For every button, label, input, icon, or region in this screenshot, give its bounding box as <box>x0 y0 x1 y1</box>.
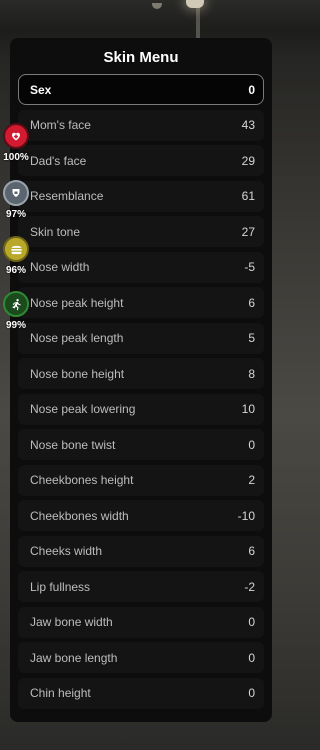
menu-item-value: -10 <box>237 508 255 523</box>
armor-value: 97% <box>5 209 26 220</box>
menu-item-label: Cheeks width <box>30 544 103 558</box>
menu-item-lip-fullness[interactable]: Lip fullness -2 <box>18 571 264 602</box>
menu-item-label: Nose bone twist <box>30 437 116 452</box>
heart-icon <box>3 123 29 149</box>
skin-menu-panel: Skin Menu Sex 0 Mom's face 43 Dad's face… <box>10 38 272 722</box>
menu-item-value: 27 <box>241 224 255 239</box>
menu-item-moms-face[interactable]: Mom's face 43 <box>18 109 264 141</box>
menu-item-resemblance[interactable]: Resemblance 61 <box>18 180 264 212</box>
menu-item-jaw-bone-length[interactable]: Jaw bone length 0 <box>18 642 264 673</box>
menu-item-value: 0 <box>248 615 255 629</box>
menu-item-value: 5 <box>248 331 255 345</box>
menu-item-label: Jaw bone width <box>30 615 113 629</box>
menu-item-value: 0 <box>248 437 255 452</box>
menu-item-label: Nose width <box>30 260 90 274</box>
menu-item-label: Chin height <box>30 686 91 700</box>
menu-item-label: Cheekbones width <box>30 508 129 523</box>
menu-item-value: 6 <box>248 544 255 558</box>
menu-item-label: Skin tone <box>30 224 81 239</box>
menu-item-value: 2 <box>248 473 255 487</box>
menu-item-label: Lip fullness <box>30 579 91 594</box>
menu-title: Skin Menu <box>103 49 179 66</box>
menu-item-nose-bone-height[interactable]: Nose bone height 8 <box>18 358 264 389</box>
stamina-value: 99% <box>5 320 26 331</box>
menu-item-nose-bone-twist[interactable]: Nose bone twist 0 <box>18 429 264 460</box>
menu-item-value: 61 <box>241 189 255 203</box>
menu-item-label: Mom's face <box>30 118 91 132</box>
menu-item-sex[interactable]: Sex 0 <box>18 74 264 105</box>
menu-item-value: 0 <box>248 82 255 97</box>
menu-item-label: Jaw bone length <box>30 650 118 665</box>
menu-item-dads-face[interactable]: Dad's face 29 <box>18 145 264 176</box>
menu-item-cheekbones-width[interactable]: Cheekbones width -10 <box>18 500 264 531</box>
menu-item-nose-peak-lowering[interactable]: Nose peak lowering 10 <box>18 393 264 425</box>
armor-status: 97% <box>0 180 32 220</box>
menu-item-nose-peak-length[interactable]: Nose peak length 5 <box>18 322 264 354</box>
health-value: 100% <box>3 152 29 163</box>
menu-item-jaw-bone-width[interactable]: Jaw bone width 0 <box>18 606 264 638</box>
menu-item-value: 0 <box>248 686 255 700</box>
menu-item-label: Nose peak height <box>30 295 124 310</box>
menu-item-skin-tone[interactable]: Skin tone 27 <box>18 216 264 247</box>
stamina-status: 99% <box>0 291 32 331</box>
running-icon <box>3 291 29 317</box>
hunger-status: 96% <box>0 236 32 276</box>
menu-item-value: 43 <box>241 118 255 132</box>
menu-item-label: Cheekbones height <box>30 473 134 487</box>
background-lamp <box>152 3 162 9</box>
menu-item-chin-height[interactable]: Chin height 0 <box>18 677 264 709</box>
menu-item-value: 29 <box>241 153 255 168</box>
menu-item-value: -2 <box>244 579 255 594</box>
menu-item-value: 8 <box>248 366 255 381</box>
burger-icon <box>3 236 29 262</box>
menu-item-label: Sex <box>30 82 52 97</box>
menu-item-value: 0 <box>248 650 255 665</box>
menu-item-value: -5 <box>244 260 255 274</box>
menu-item-cheekbones-height[interactable]: Cheekbones height 2 <box>18 464 264 496</box>
menu-item-label: Resemblance <box>30 189 104 203</box>
menu-item-label: Nose bone height <box>30 366 125 381</box>
health-status: 100% <box>0 123 32 163</box>
menu-item-label: Nose peak lowering <box>30 402 136 416</box>
menu-item-value: 10 <box>241 402 255 416</box>
menu-item-label: Nose peak length <box>30 331 124 345</box>
background-lamp <box>186 0 204 8</box>
shield-icon <box>3 180 29 206</box>
menu-item-label: Dad's face <box>30 153 87 168</box>
hunger-value: 96% <box>5 265 26 276</box>
menu-item-cheeks-width[interactable]: Cheeks width 6 <box>18 535 264 567</box>
menu-item-nose-peak-height[interactable]: Nose peak height 6 <box>18 287 264 318</box>
menu-list: Sex 0 Mom's face 43 Dad's face 29 Resemb… <box>18 74 264 709</box>
menu-item-nose-width[interactable]: Nose width -5 <box>18 251 264 283</box>
menu-item-value: 6 <box>248 295 255 310</box>
